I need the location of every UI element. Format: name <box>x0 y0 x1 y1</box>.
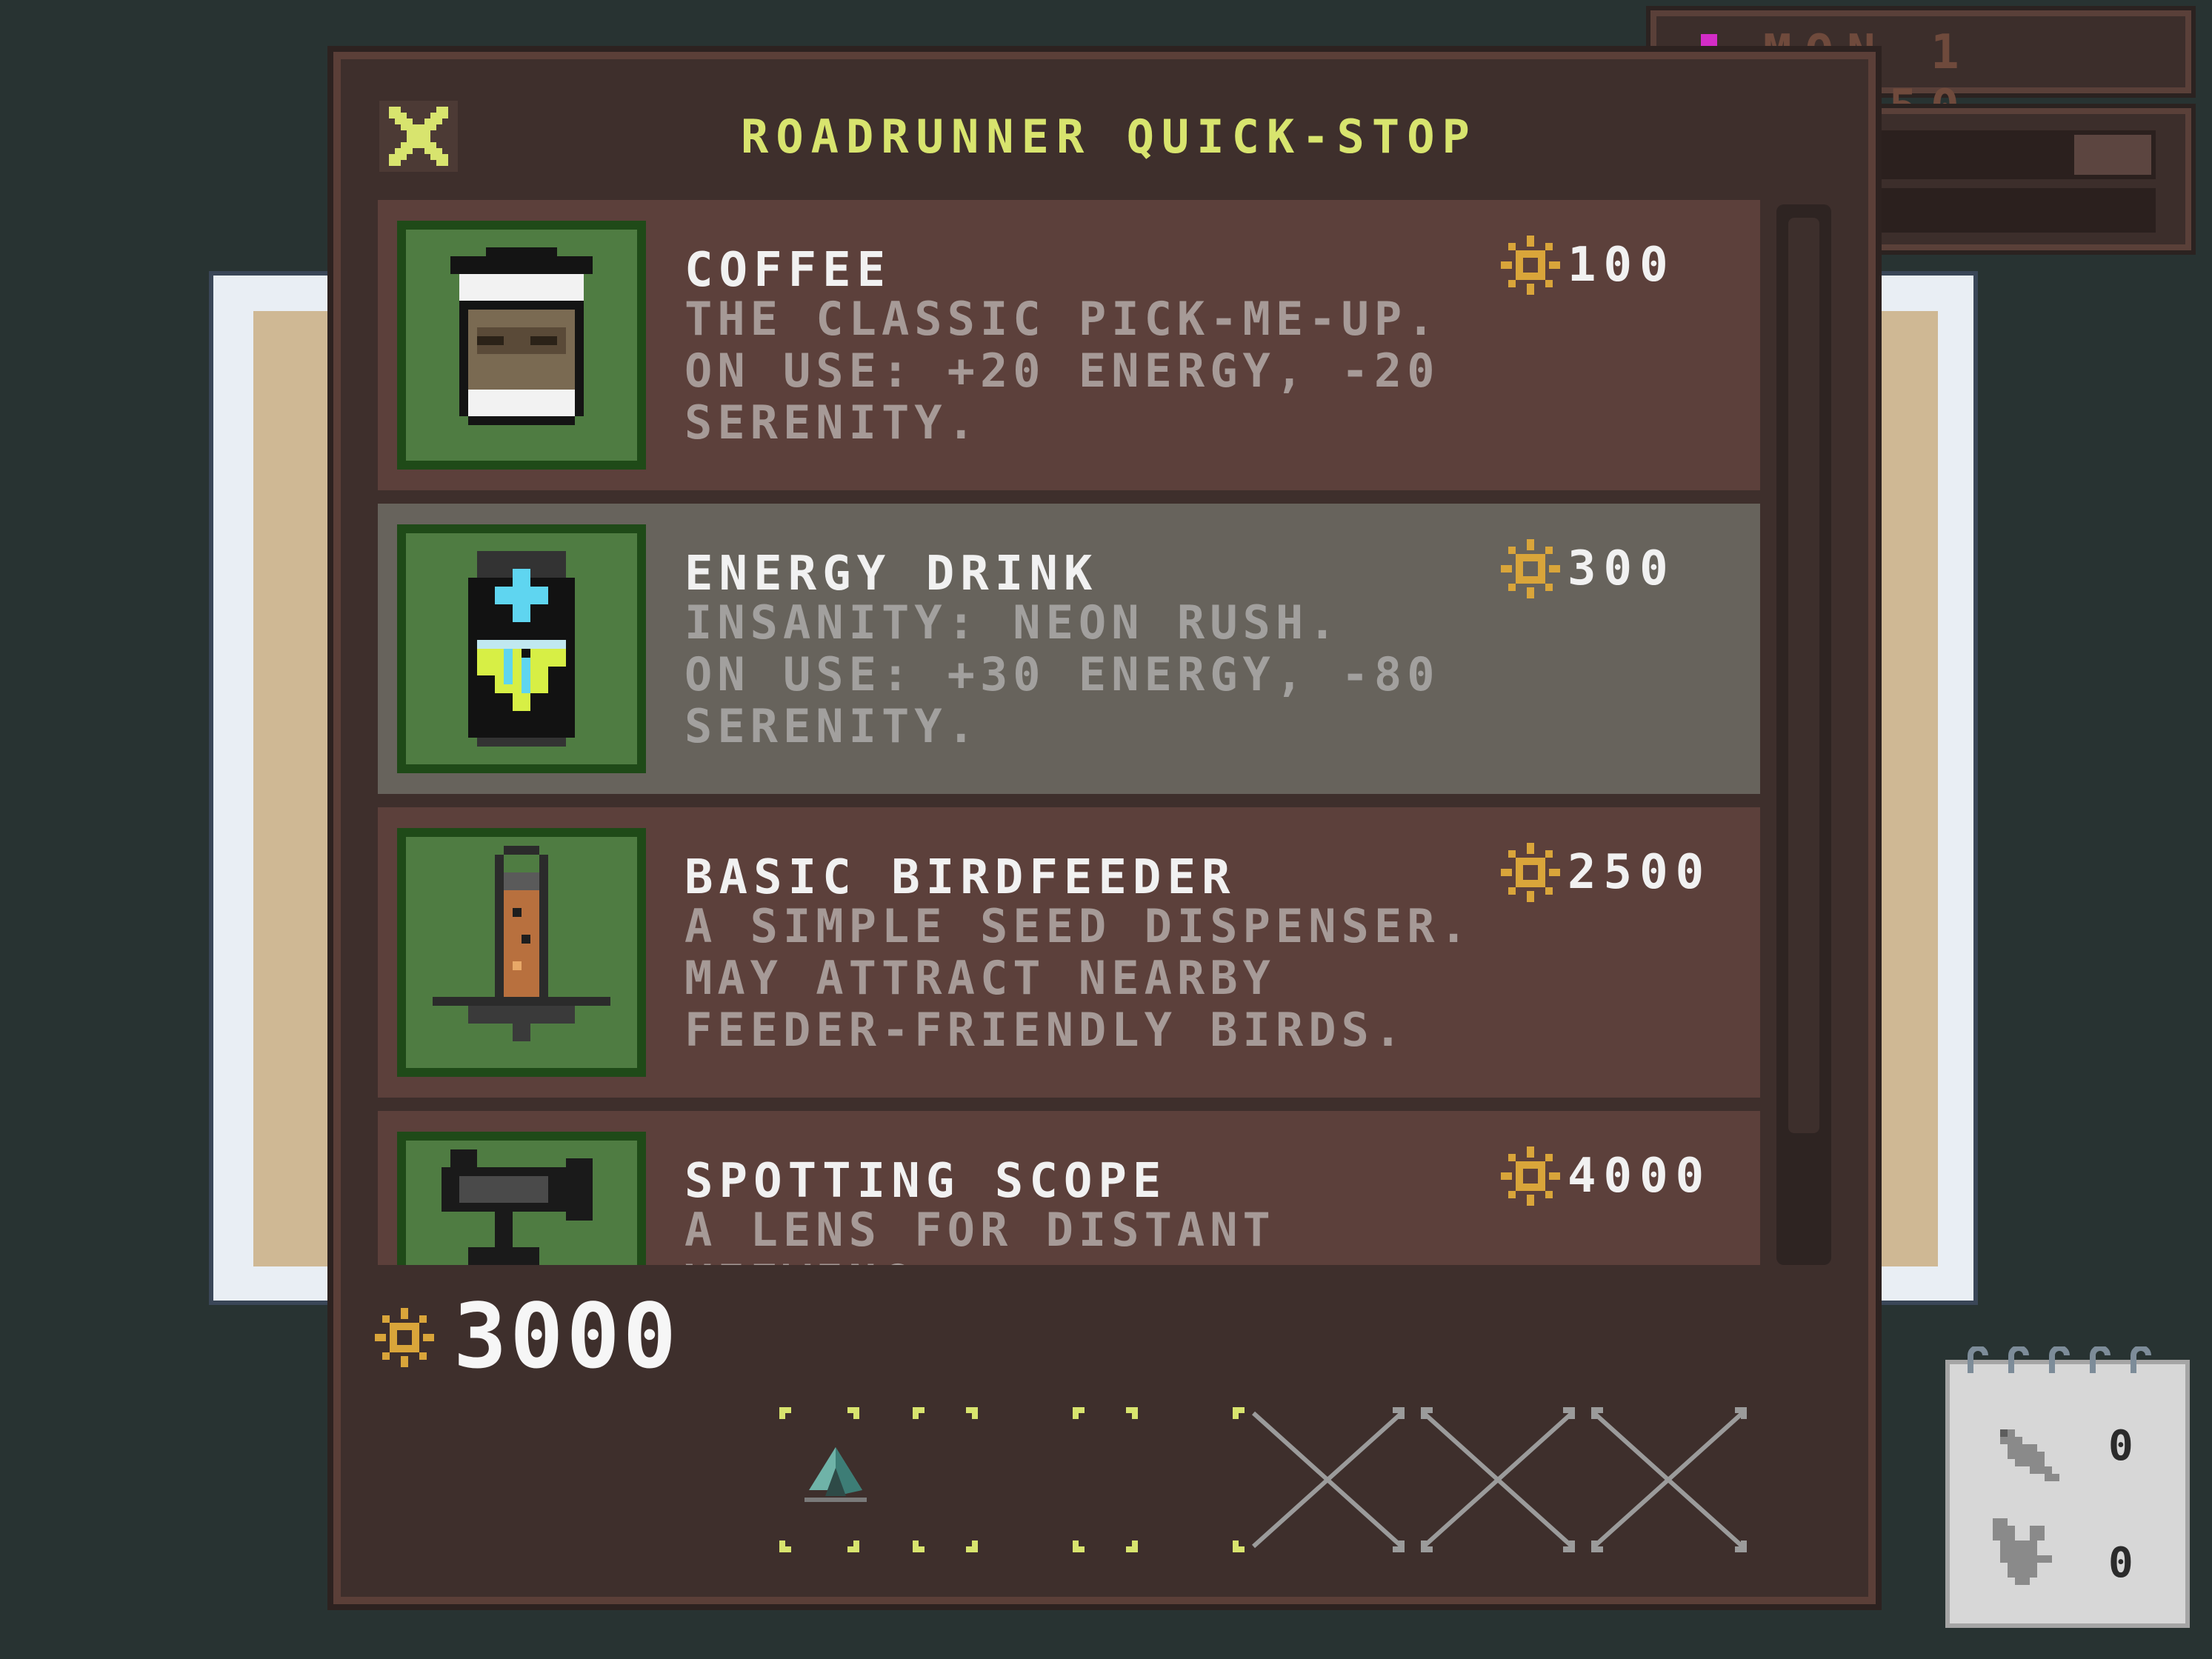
item-price-value: 2500 <box>1568 845 1712 900</box>
item-price: 2500 <box>1501 843 1711 902</box>
sun-coin-icon <box>1501 1146 1560 1206</box>
time-of-day-indicator <box>1701 34 1717 50</box>
wallet-balance: 3000 <box>375 1286 679 1389</box>
locked-slots-crosses <box>1251 1411 1745 1549</box>
item-desc-line: ON USE: +30 ENERGY, -80 <box>684 647 1440 701</box>
close-button[interactable] <box>379 101 458 172</box>
item-price: 4000 <box>1501 1146 1711 1206</box>
item-description: THE CLASSIC PICK-ME-UP. ON USE: +20 ENER… <box>684 293 1514 449</box>
shop-title: ROADRUNNER QUICK-STOP <box>741 110 1477 164</box>
shop-item-basic-birdfeeder[interactable]: BASIC BIRDFEEDER 2500 A SIMPLE SEED DISP… <box>378 807 1760 1098</box>
shop-item-energy-drink[interactable]: ENERGY DRINK 300 INSANITY: NEON RUSH. ON… <box>378 504 1760 794</box>
item-icon-frame <box>397 524 646 773</box>
item-name: ENERGY DRINK <box>684 547 1099 601</box>
close-x-icon <box>389 107 448 166</box>
item-name: COFFEE <box>684 243 892 298</box>
locked-slot-corners <box>1393 1407 1747 1552</box>
notepad-rings-icon <box>1968 1346 2151 1373</box>
item-name: SPOTTING SCOPE <box>684 1154 1167 1209</box>
shop-item-spotting-scope[interactable]: SPOTTING SCOPE 4000 A LENS FOR DISTANT V… <box>378 1111 1760 1265</box>
birdfeeder-icon <box>433 846 610 1041</box>
perched-bird-count: 0 <box>2108 1422 2133 1470</box>
flying-bird-count: 0 <box>2108 1539 2133 1587</box>
background-window-left-curtain <box>253 311 335 1266</box>
item-description: A SIMPLE SEED DISPENSER. MAY ATTRACT NEA… <box>684 901 1514 1056</box>
energy-drink-can-icon <box>468 551 575 747</box>
item-desc-line: A LENS FOR DISTANT VIEWING. <box>684 1203 1276 1266</box>
item-desc-line: SERENITY. <box>684 699 980 753</box>
sun-coin-icon <box>1501 236 1560 295</box>
item-desc-line: INSANITY: NEON RUSH. <box>684 595 1342 650</box>
sun-coin-icon <box>375 1307 434 1367</box>
item-price-value: 300 <box>1568 541 1676 596</box>
serenity-bar <box>1867 188 2156 233</box>
spotting-scope-icon <box>442 1149 593 1265</box>
perched-bird-icon <box>2000 1429 2059 1481</box>
item-name: BASIC BIRDFEEDER <box>684 850 1236 905</box>
item-desc-line: THE CLASSIC PICK-ME-UP. <box>684 292 1440 346</box>
background-window-right-curtain <box>1882 311 1938 1266</box>
scrollbar-thumb[interactable] <box>1788 218 1819 1133</box>
sun-coin-icon <box>1501 843 1560 902</box>
placement-slots[interactable] <box>764 1392 1772 1567</box>
shop-item-coffee[interactable]: COFFEE 100 THE CLASSIC PICK-ME-UP. ON US… <box>378 200 1760 490</box>
slot-4-corners <box>1233 1407 1245 1552</box>
item-desc-line: ON USE: +20 ENERGY, -20 <box>684 344 1440 398</box>
energy-bar-fill <box>2074 135 2151 175</box>
item-price: 300 <box>1501 539 1676 598</box>
item-description: INSANITY: NEON RUSH. ON USE: +30 ENERGY,… <box>684 597 1514 752</box>
balance-value: 3000 <box>453 1286 679 1389</box>
item-desc-line: SERENITY. <box>684 395 980 450</box>
slot-2-corners <box>913 1407 978 1552</box>
item-icon-frame <box>397 828 646 1077</box>
sun-coin-icon <box>1501 539 1560 598</box>
item-price: 100 <box>1501 236 1676 295</box>
flying-bird-icon <box>1993 1518 2052 1585</box>
item-icon-frame <box>397 221 646 470</box>
tent-icon <box>804 1447 867 1502</box>
item-desc-line: FEEDER-FRIENDLY BIRDS. <box>684 1003 1408 1057</box>
item-desc-line: MAY ATTRACT NEARBY <box>684 951 1276 1005</box>
item-desc-line: A SIMPLE SEED DISPENSER. <box>684 899 1473 953</box>
shop-item-list[interactable]: COFFEE 100 THE CLASSIC PICK-ME-UP. ON US… <box>378 200 1760 1265</box>
item-price-value: 100 <box>1568 238 1676 293</box>
item-icon-frame <box>397 1132 646 1265</box>
item-description: A LENS FOR DISTANT VIEWING. <box>684 1203 1514 1266</box>
coffee-cup-icon <box>450 247 593 425</box>
slot-3-corners <box>1073 1407 1138 1552</box>
item-price-value: 4000 <box>1568 1149 1712 1204</box>
